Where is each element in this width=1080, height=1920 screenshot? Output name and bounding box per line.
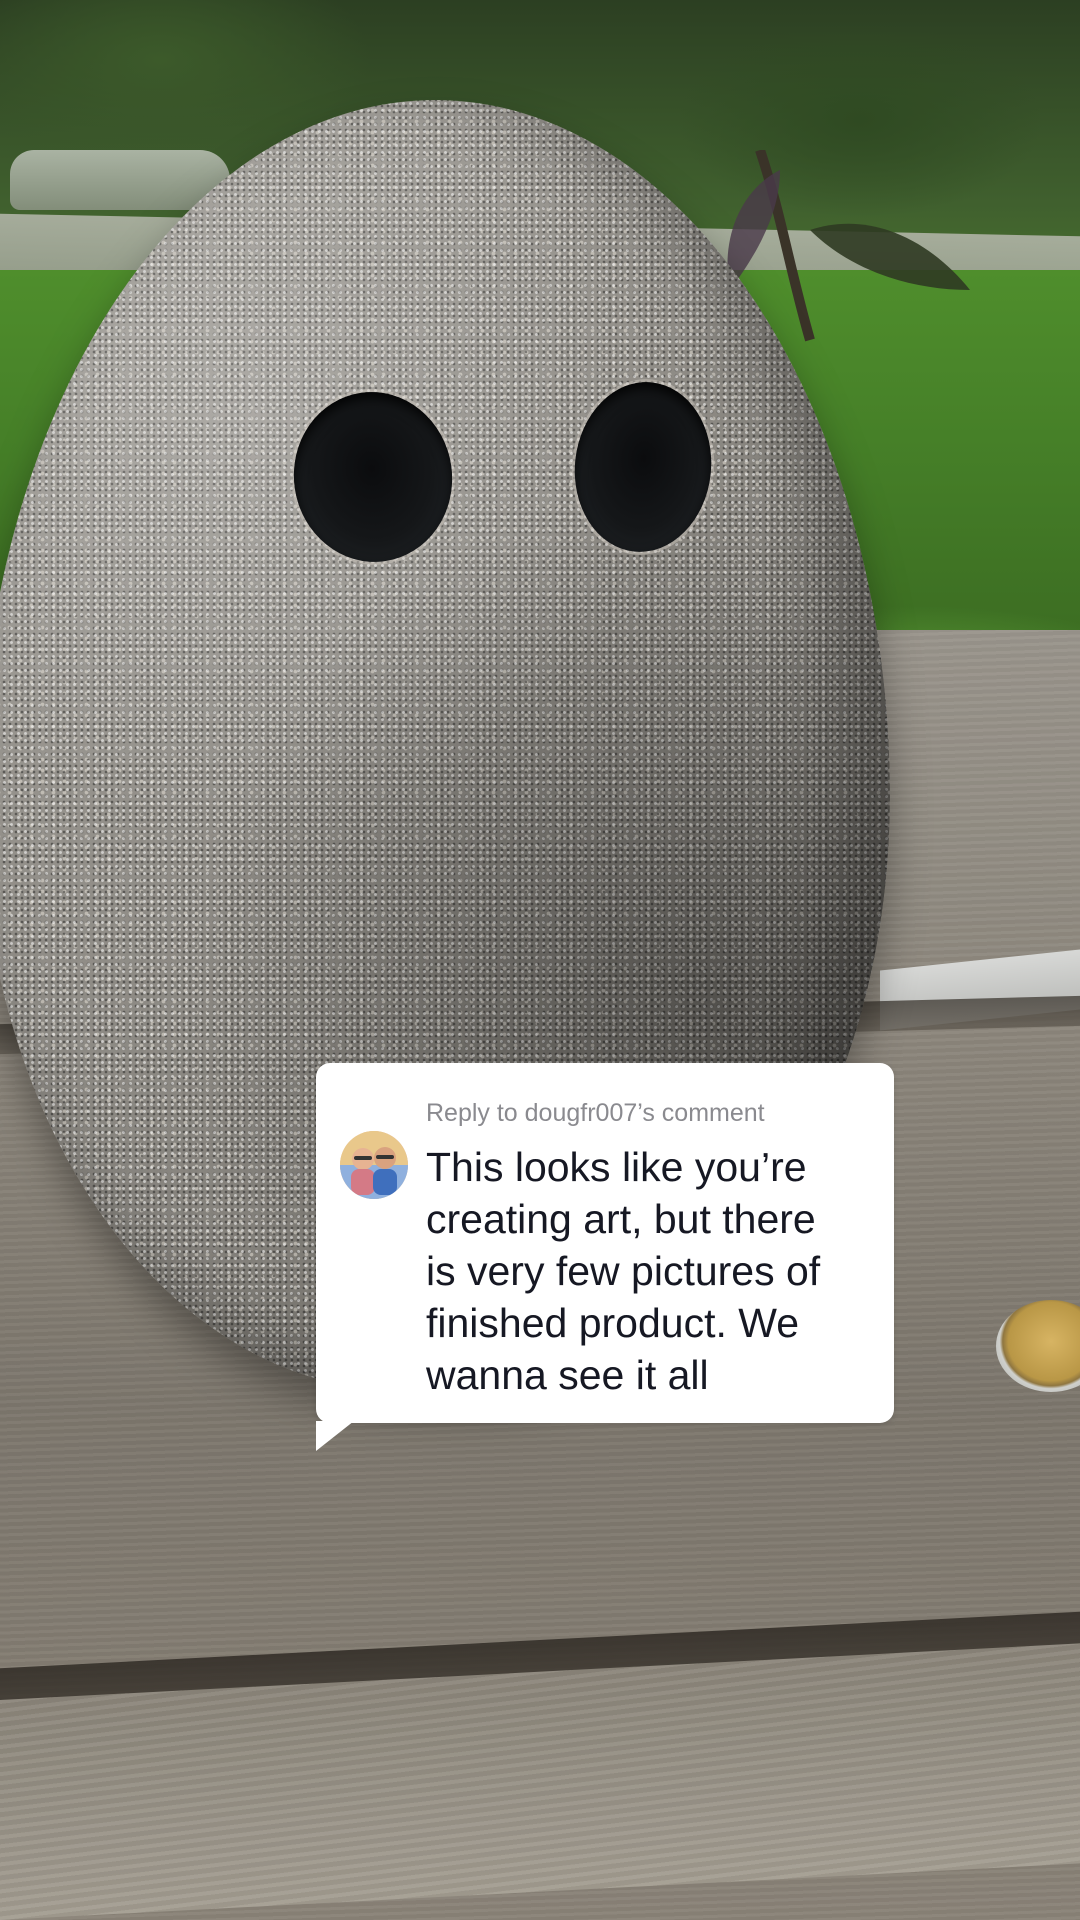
reply-sticker-tail <box>316 1421 354 1451</box>
video-frame[interactable]: Reply to dougfr007’s comment This looks … <box>0 0 1080 1920</box>
comment-reply-sticker[interactable]: Reply to dougfr007’s comment This looks … <box>316 1063 894 1451</box>
comment-line: wanna see it all <box>426 1352 709 1398</box>
comment-line: is very few pictures of <box>426 1248 821 1294</box>
comment-line: creating art, but there <box>426 1196 816 1242</box>
commenter-avatar[interactable] <box>340 1131 408 1199</box>
commenter-avatar-icon <box>340 1131 408 1199</box>
comment-line: This looks like you’re <box>426 1144 807 1190</box>
comment-line: finished product. We <box>426 1300 800 1346</box>
reply-header: Reply to dougfr007’s comment <box>426 1099 765 1127</box>
background-photo <box>0 0 1080 1920</box>
comment-text: This looks like you’re creating art, but… <box>426 1141 876 1401</box>
